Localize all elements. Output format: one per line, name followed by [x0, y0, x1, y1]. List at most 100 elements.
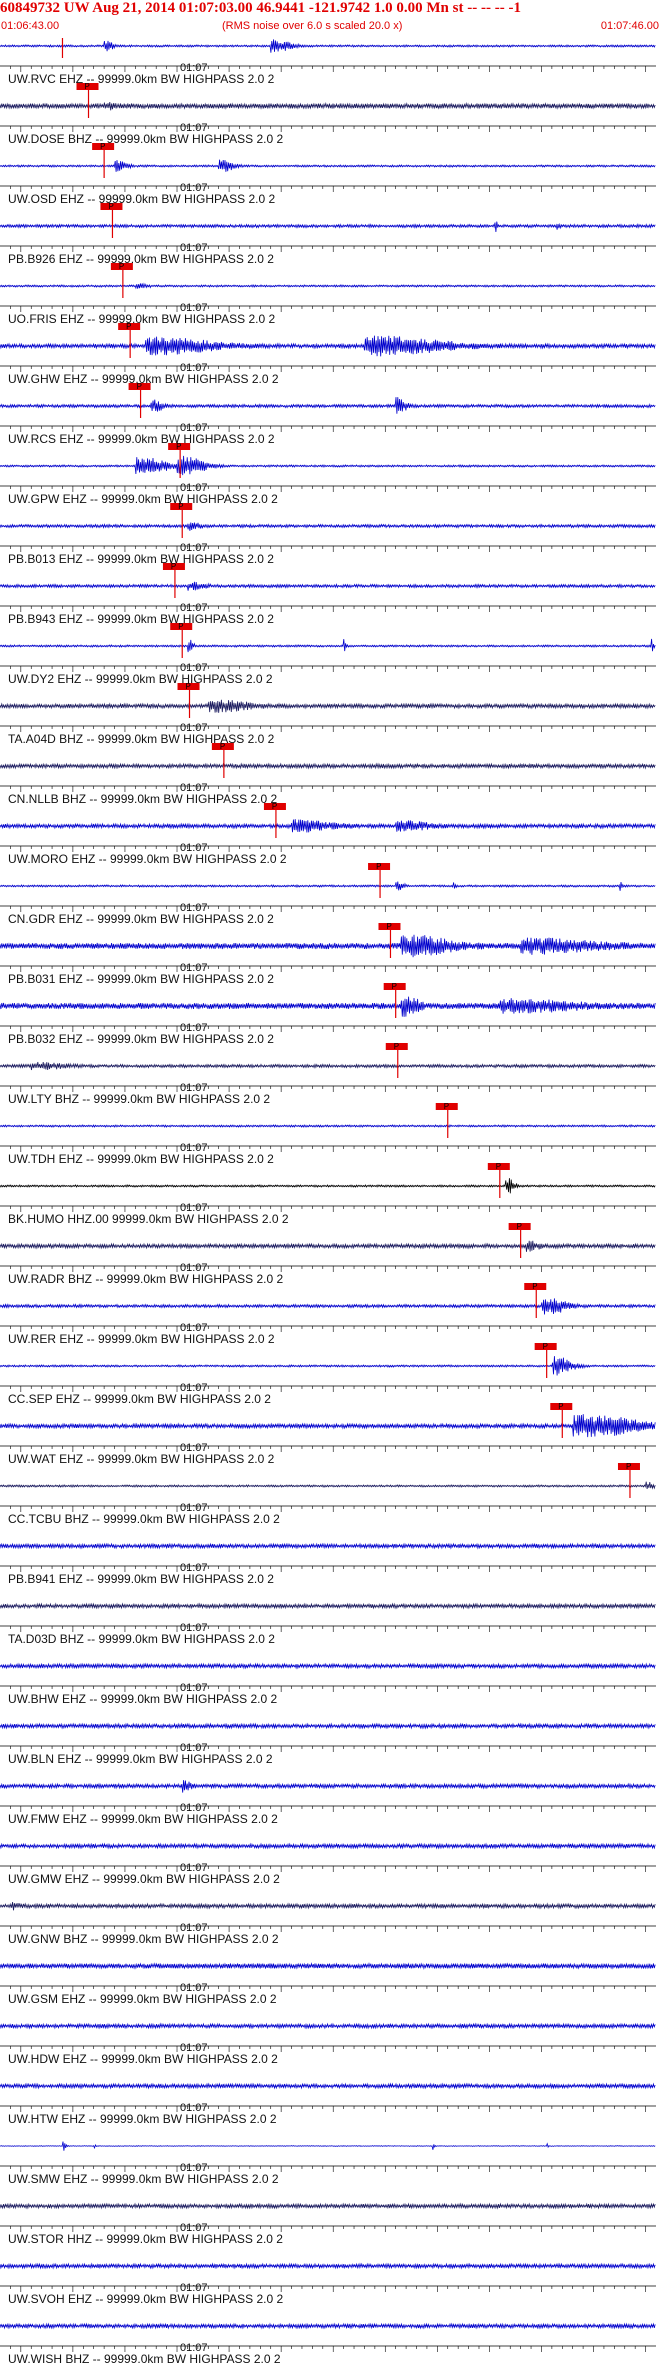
waveform-trace: [0, 522, 656, 531]
pick-label: P: [186, 682, 191, 691]
station-label: CN.GDR EHZ -- 99999.0km BW HIGHPASS 2.0 …: [8, 912, 274, 926]
pick-label: P: [517, 1222, 522, 1231]
waveform-trace: [0, 1298, 656, 1315]
station-label: UW.RADR BHZ -- 99999.0km BW HIGHPASS 2.0…: [8, 1272, 284, 1286]
station-label: UW.OSD EHZ -- 99999.0km BW HIGHPASS 2.0 …: [8, 192, 276, 206]
waveform-trace: [0, 1542, 656, 1550]
pick-label: P: [558, 1402, 563, 1411]
pick-label: P: [272, 802, 277, 811]
waveform-trace: [0, 1124, 656, 1128]
station-label: UW.FMW EHZ -- 99999.0km BW HIGHPASS 2.0 …: [8, 1812, 278, 1826]
waveform-trace: [0, 1662, 656, 1670]
pick-label: P: [108, 202, 113, 211]
station-label: UW.WISH BHZ -- 99999.0km BW HIGHPASS 2.0…: [8, 2352, 281, 2366]
station-label: UW.HTW EHZ -- 99999.0km BW HIGHPASS 2.0 …: [8, 2112, 277, 2126]
station-label: CC.TCBU BHZ -- 99999.0km BW HIGHPASS 2.0…: [8, 1512, 280, 1526]
pick-label: P: [85, 82, 90, 91]
end-time-label: 01:07:46.00: [600, 20, 659, 32]
pick-label: P: [376, 862, 381, 871]
waveform-trace: [0, 881, 656, 891]
waveform-trace: [0, 1722, 656, 1730]
waveform-trace: [0, 1902, 656, 1911]
seismogram-panel: 01:07PUW.RVC EHZ -- 99999.0km BW HIGHPAS…: [0, 38, 660, 2378]
station-label: UW.GMW EHZ -- 99999.0km BW HIGHPASS 2.0 …: [8, 1872, 280, 1886]
station-label: UW.SMW EHZ -- 99999.0km BW HIGHPASS 2.0 …: [8, 2172, 279, 2186]
pick-label: P: [100, 142, 105, 151]
station-label: TA.A04D BHZ -- 99999.0km BW HIGHPASS 2.0…: [8, 732, 275, 746]
pick-label: P: [496, 1162, 501, 1171]
waveform-trace: [0, 1414, 656, 1438]
station-label: UW.TDH EHZ -- 99999.0km BW HIGHPASS 2.0 …: [8, 1152, 274, 1166]
pick-label: P: [386, 922, 391, 931]
pick-label: P: [444, 1102, 449, 1111]
pick-label: P: [178, 622, 183, 631]
station-label: PB.B926 EHZ -- 99999.0km BW HIGHPASS 2.0…: [8, 252, 274, 266]
pick-label: P: [220, 742, 225, 751]
station-label: UW.STOR HHZ -- 99999.0km BW HIGHPASS 2.0…: [8, 2232, 283, 2246]
station-label: UW.RVC EHZ -- 99999.0km BW HIGHPASS 2.0 …: [8, 72, 275, 86]
station-label: UW.RER EHZ -- 99999.0km BW HIGHPASS 2.0 …: [8, 1332, 275, 1346]
station-label: UW.LTY BHZ -- 99999.0km BW HIGHPASS 2.0 …: [8, 1092, 270, 1106]
waveform-trace: [0, 2022, 656, 2030]
station-label: UW.RCS EHZ -- 99999.0km BW HIGHPASS 2.0 …: [8, 432, 275, 446]
waveform-trace: [0, 1481, 656, 1490]
waveform-trace: [0, 699, 656, 713]
waveform-trace: [0, 455, 656, 476]
station-label: PB.B941 EHZ -- 99999.0km BW HIGHPASS 2.0…: [8, 1572, 274, 1586]
waveform-trace: [0, 1356, 656, 1376]
pick-label: P: [394, 1042, 399, 1051]
waveform-trace: [0, 335, 656, 357]
waveform-trace: [0, 1178, 656, 1194]
waveform-trace: [0, 1602, 656, 1610]
station-label: PB.B013 EHZ -- 99999.0km BW HIGHPASS 2.0…: [8, 552, 274, 566]
station-label: CC.SEP EHZ -- 99999.0km BW HIGHPASS 2.0 …: [8, 1392, 271, 1406]
station-label: UW.MORO EHZ -- 99999.0km BW HIGHPASS 2.0…: [8, 852, 287, 866]
pick-label: P: [137, 382, 142, 391]
waveform-trace: [0, 638, 656, 653]
station-label: UW.HDW EHZ -- 99999.0km BW HIGHPASS 2.0 …: [8, 2052, 278, 2066]
start-time-label: 01:06:43.00: [1, 20, 60, 32]
pick-label: P: [119, 262, 124, 271]
plot-title: 60849732 UW Aug 21, 2014 01:07:03.00 46.…: [0, 0, 521, 16]
waveform-trace: [0, 1962, 656, 1970]
waveform-trace: [0, 1842, 656, 1850]
pick-label: P: [126, 322, 131, 331]
waveform-trace: [0, 1240, 656, 1252]
waveform-trace: [0, 2262, 656, 2270]
pick-label: P: [626, 1462, 631, 1471]
waveform-trace: [0, 1780, 656, 1793]
waveform-trace: [0, 2082, 656, 2090]
noise-note: (RMS noise over 6.0 s scaled 20.0 x): [222, 20, 403, 32]
waveform-trace: [0, 159, 656, 172]
waveform-trace: [0, 934, 656, 958]
pick-label: P: [171, 562, 176, 571]
waveform-trace: [0, 2141, 656, 2151]
pick-label: P: [392, 982, 397, 991]
station-label: CN.NLLB BHZ -- 99999.0km BW HIGHPASS 2.0…: [8, 792, 278, 806]
station-label: PB.B031 EHZ -- 99999.0km BW HIGHPASS 2.0…: [8, 972, 274, 986]
station-label: UW.SVOH EHZ -- 99999.0km BW HIGHPASS 2.0…: [8, 2292, 284, 2306]
station-label: UW.GNW BHZ -- 99999.0km BW HIGHPASS 2.0 …: [8, 1932, 279, 1946]
pick-label: P: [178, 502, 183, 511]
waveform-trace: [0, 221, 656, 233]
waveform-trace: [0, 2322, 656, 2330]
station-label: UW.DOSE BHZ -- 99999.0km BW HIGHPASS 2.0…: [8, 132, 284, 146]
station-label: PB.B032 EHZ -- 99999.0km BW HIGHPASS 2.0…: [8, 1032, 274, 1046]
station-label: UW.WAT EHZ -- 99999.0km BW HIGHPASS 2.0 …: [8, 1452, 275, 1466]
waveform-trace: [0, 2202, 656, 2210]
station-label: UW.BHW EHZ -- 99999.0km BW HIGHPASS 2.0 …: [8, 1692, 278, 1706]
pick-label: P: [543, 1342, 548, 1351]
station-label: UW.DY2 EHZ -- 99999.0km BW HIGHPASS 2.0 …: [8, 672, 273, 686]
station-label: BK.HUMO HHZ.00 99999.0km BW HIGHPASS 2.0…: [8, 1212, 289, 1226]
station-label: UW.BLN EHZ -- 99999.0km BW HIGHPASS 2.0 …: [8, 1752, 273, 1766]
waveform-trace: [0, 282, 656, 290]
waveform-trace: [0, 1061, 656, 1071]
waveform-trace: [0, 397, 656, 414]
pick-label: P: [532, 1282, 537, 1291]
header: 60849732 UW Aug 21, 2014 01:07:03.00 46.…: [0, 0, 660, 38]
station-label: TA.D03D BHZ -- 99999.0km BW HIGHPASS 2.0…: [8, 1632, 275, 1646]
station-label: UO.FRIS EHZ -- 99999.0km BW HIGHPASS 2.0…: [8, 312, 276, 326]
waveform-trace: [0, 581, 656, 591]
station-label: UW.GSM EHZ -- 99999.0km BW HIGHPASS 2.0 …: [8, 1992, 277, 2006]
station-label: PB.B943 EHZ -- 99999.0km BW HIGHPASS 2.0…: [8, 612, 274, 626]
